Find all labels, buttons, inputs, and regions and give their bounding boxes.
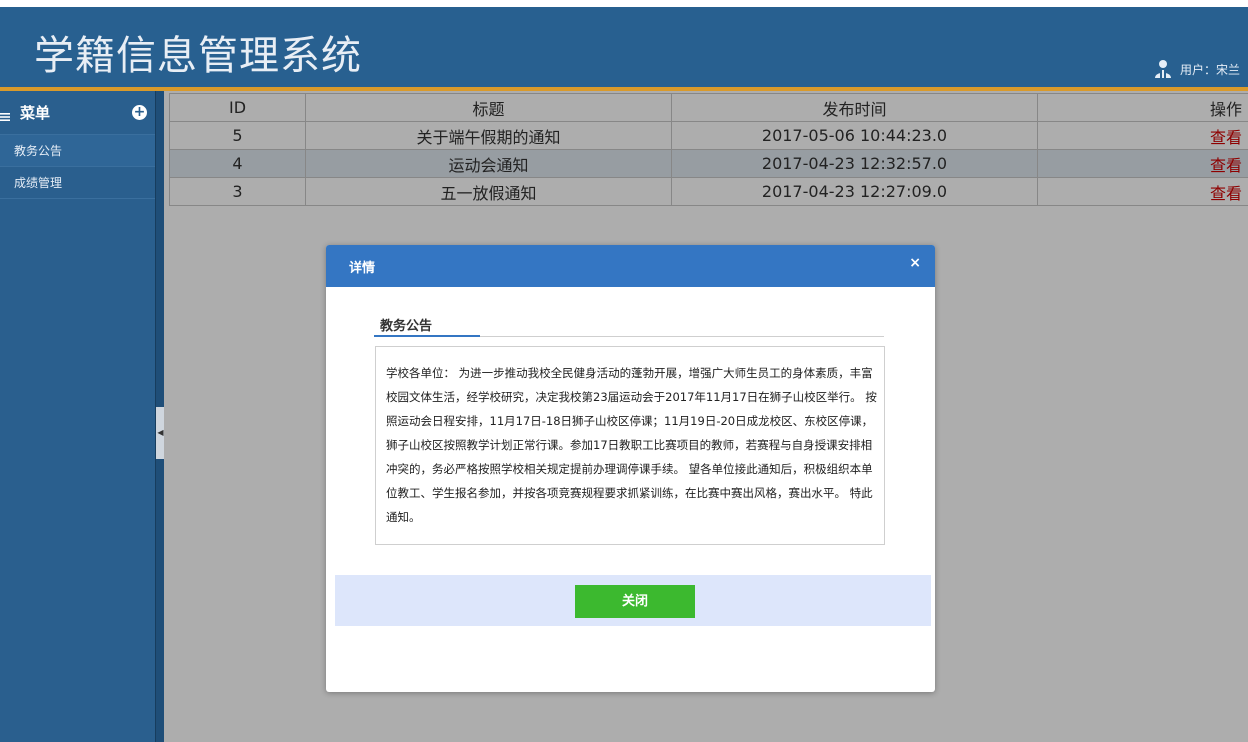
dialog-header: 详情 ×: [326, 245, 935, 287]
user-label: 用户：宋兰: [1179, 62, 1240, 77]
app-title: 学籍信息管理系统: [34, 33, 362, 79]
close-icon[interactable]: ×: [909, 255, 921, 271]
section-tab-label[interactable]: 教务公告: [374, 315, 480, 337]
sidebar: 菜单 + 教务公告 成绩管理: [0, 91, 155, 742]
user-info[interactable]: 用户：宋兰: [1154, 59, 1240, 79]
dialog-title: 详情: [349, 261, 376, 276]
detail-dialog: 详情 × 教务公告 学校各单位： 为进一步推动我校全民健身活动的蓬勃开展，增强广…: [326, 245, 935, 692]
menu-icon[interactable]: [0, 108, 10, 121]
sidebar-item-announcements[interactable]: 教务公告: [0, 135, 155, 167]
close-button[interactable]: 关闭: [575, 585, 695, 618]
sidebar-splitter[interactable]: ◀: [155, 91, 165, 742]
sidebar-item-grades[interactable]: 成绩管理: [0, 167, 155, 199]
sidebar-item-label: 成绩管理: [14, 176, 63, 190]
dialog-footer: 关闭: [335, 575, 931, 626]
app-header: 学籍信息管理系统 用户：宋兰: [0, 0, 1248, 91]
add-circle-icon[interactable]: +: [132, 105, 147, 120]
user-icon: [1154, 59, 1172, 79]
notice-content: 学校各单位： 为进一步推动我校全民健身活动的蓬勃开展，增强广大师生员工的身体素质…: [375, 346, 885, 545]
sidebar-header: 菜单 +: [0, 91, 155, 135]
sidebar-item-label: 教务公告: [14, 144, 63, 158]
section-tab: 教务公告: [374, 315, 884, 337]
sidebar-title: 菜单: [20, 104, 51, 122]
